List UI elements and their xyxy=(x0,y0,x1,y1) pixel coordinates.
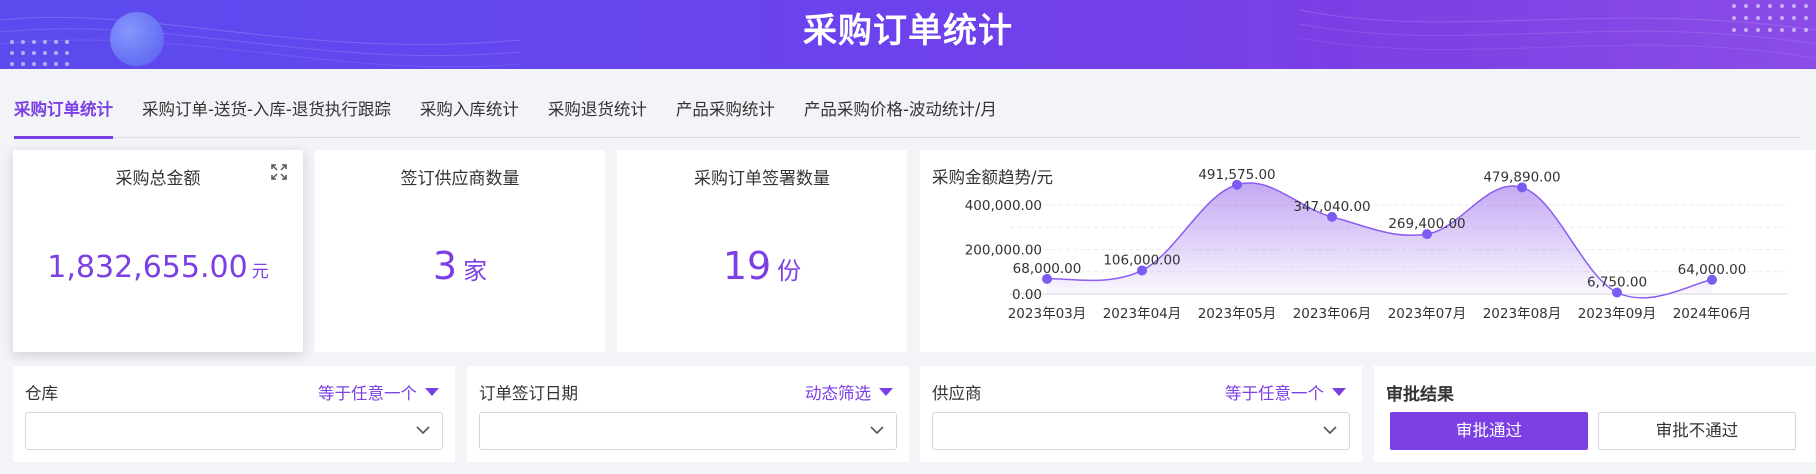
tab-inbound-stats[interactable]: 采购入库统计 xyxy=(420,90,519,138)
approval-title: 审批结果 xyxy=(1386,385,1454,405)
filter-label: 仓库 xyxy=(25,384,58,403)
caret-down-icon xyxy=(879,388,893,396)
kpi-unit: 元 xyxy=(251,262,269,282)
kpi-number: 1,832,655.00 xyxy=(47,250,248,285)
kpi-unit: 家 xyxy=(463,257,488,285)
supplier-select[interactable] xyxy=(932,412,1350,450)
tab-price-fluctuation-stats[interactable]: 产品采购价格-波动统计/月 xyxy=(804,90,997,138)
chevron-down-icon xyxy=(870,426,884,435)
chart-card-purchase-trend: 采购金额趋势/元 0.00 200,000.00 400,000.00 68,000… xyxy=(920,150,1815,352)
kpi-value: 3家 xyxy=(315,244,605,288)
chart-data-label: 64,000.00 xyxy=(1678,262,1747,278)
kpi-card-suppliers: 签订供应商数量 3家 xyxy=(315,150,605,352)
filter-label: 订单签订日期 xyxy=(479,384,578,403)
trend-chart: 0.00 200,000.00 400,000.00 68,000.00 2023年0… xyxy=(965,167,1788,322)
filter-mode-dropdown[interactable]: 动态筛选 xyxy=(805,380,893,404)
kpi-unit: 份 xyxy=(777,257,802,285)
chevron-down-icon xyxy=(416,426,430,435)
chart-x-tick-label: 2023年04月 xyxy=(1103,306,1182,322)
filter-label: 供应商 xyxy=(932,384,982,403)
filter-card-sign-date: 订单签订日期 动态筛选 xyxy=(467,366,909,462)
filter-card-warehouse: 仓库 等于任意一个 xyxy=(13,366,455,462)
filter-mode-label: 等于任意一个 xyxy=(1225,384,1324,403)
chart-data-label: 68,000.00 xyxy=(1013,261,1082,277)
filter-mode-label: 动态筛选 xyxy=(805,384,871,403)
chart-x-tick-label: 2023年05月 xyxy=(1198,306,1277,322)
tab-return-stats[interactable]: 采购退货统计 xyxy=(548,90,647,138)
tab-product-purchase-stats[interactable]: 产品采购统计 xyxy=(676,90,775,138)
chart-y-tick-label: 400,000.00 xyxy=(965,198,1042,214)
chart-data-label: 491,575.00 xyxy=(1198,167,1275,183)
chart-data-label: 6,750.00 xyxy=(1587,275,1647,291)
chart-x-tick-label: 2023年07月 xyxy=(1388,306,1467,322)
sign-date-select[interactable] xyxy=(479,412,897,450)
kpi-title: 签订供应商数量 xyxy=(400,169,520,189)
chart-y-tick-label: 0.00 xyxy=(1012,287,1042,303)
filter-card-supplier: 供应商 等于任意一个 xyxy=(920,366,1362,462)
chart-x-tick-label: 2023年09月 xyxy=(1578,306,1657,322)
chart-data-label: 479,890.00 xyxy=(1483,169,1560,185)
chart-x-tick-label: 2024年06月 xyxy=(1673,306,1752,322)
expand-icon[interactable] xyxy=(271,164,287,180)
filter-card-approval: 审批结果 审批通过 审批不通过 xyxy=(1374,366,1815,462)
tab-bar: 采购订单统计 采购订单-送货-入库-退货执行跟踪 采购入库统计 采购退货统计 产… xyxy=(14,90,1801,139)
chart-data-label: 106,000.00 xyxy=(1103,252,1180,268)
tab-purchase-order-stats[interactable]: 采购订单统计 xyxy=(14,90,113,139)
kpi-card-orders: 采购订单签署数量 19 份 xyxy=(617,150,907,352)
chevron-down-icon xyxy=(1323,426,1337,435)
kpi-card-total-amount: 采购总金额 1,832,655.00 元 xyxy=(13,150,303,352)
chart-y-tick-label: 200,000.00 xyxy=(965,243,1042,259)
chart-x-tick-label: 2023年03月 xyxy=(1008,306,1087,322)
approve-button[interactable]: 审批通过 xyxy=(1390,412,1588,450)
reject-button[interactable]: 审批不通过 xyxy=(1598,412,1796,450)
chart-x-tick-label: 2023年06月 xyxy=(1293,306,1372,322)
chart-x-tick-label: 2023年08月 xyxy=(1483,306,1562,322)
kpi-value: 19 份 xyxy=(617,244,907,288)
filter-mode-label: 等于任意一个 xyxy=(318,384,417,403)
kpi-number: 19 xyxy=(722,244,772,288)
chart-data-label: 269,400.00 xyxy=(1388,216,1465,232)
tab-order-execution-tracking[interactable]: 采购订单-送货-入库-退货执行跟踪 xyxy=(142,90,391,138)
kpi-title: 采购订单签署数量 xyxy=(694,169,830,189)
filter-mode-dropdown[interactable]: 等于任意一个 xyxy=(318,380,439,404)
filter-mode-dropdown[interactable]: 等于任意一个 xyxy=(1225,380,1346,404)
kpi-title: 采购总金额 xyxy=(115,169,201,189)
warehouse-select[interactable] xyxy=(25,412,443,450)
caret-down-icon xyxy=(425,388,439,396)
kpi-value: 1,832,655.00 元 xyxy=(13,250,303,285)
header-banner: 采购订单统计 xyxy=(0,0,1816,69)
chart-data-label: 347,040.00 xyxy=(1293,199,1370,215)
page-title: 采购订单统计 xyxy=(803,11,1013,51)
caret-down-icon xyxy=(1332,388,1346,396)
kpi-number: 3 xyxy=(432,244,458,288)
